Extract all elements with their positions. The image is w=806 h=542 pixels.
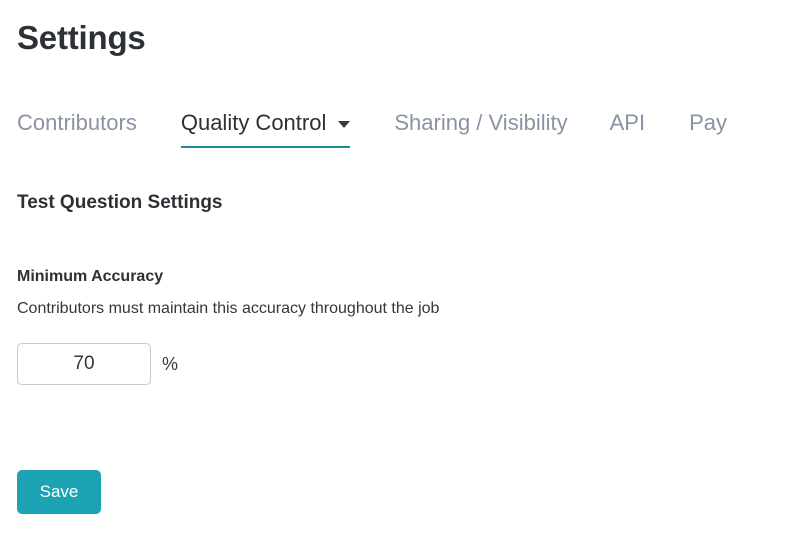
minimum-accuracy-help-text: Contributors must maintain this accuracy… xyxy=(17,300,440,317)
tab-contributors-label: Contributors xyxy=(17,110,137,135)
tab-quality-control-label: Quality Control xyxy=(180,110,327,135)
page-title: Settings xyxy=(17,19,146,56)
tab-quality-control[interactable]: Quality Control xyxy=(180,108,351,148)
tab-contributors[interactable]: Contributors xyxy=(17,108,137,148)
minimum-accuracy-input[interactable] xyxy=(17,343,151,385)
section-title-test-question-settings: Test Question Settings xyxy=(17,192,223,213)
tab-api[interactable]: API xyxy=(610,108,645,148)
tab-sharing-visibility-label: Sharing / Visibility xyxy=(394,110,568,135)
minimum-accuracy-field-row: % xyxy=(17,343,178,385)
minimum-accuracy-label: Minimum Accuracy xyxy=(17,268,164,285)
tab-pay-label: Pay xyxy=(689,110,727,135)
settings-page: Settings Contributors Quality Control Sh… xyxy=(0,0,806,542)
tab-api-label: API xyxy=(609,110,646,135)
tab-sharing-visibility[interactable]: Sharing / Visibility xyxy=(394,108,567,148)
percent-unit-label: % xyxy=(162,354,179,374)
save-button[interactable]: Save xyxy=(17,470,101,514)
settings-tab-bar: Contributors Quality Control Sharing / V… xyxy=(17,108,806,152)
chevron-down-icon[interactable] xyxy=(338,121,351,128)
tab-pay[interactable]: Pay xyxy=(689,108,727,148)
